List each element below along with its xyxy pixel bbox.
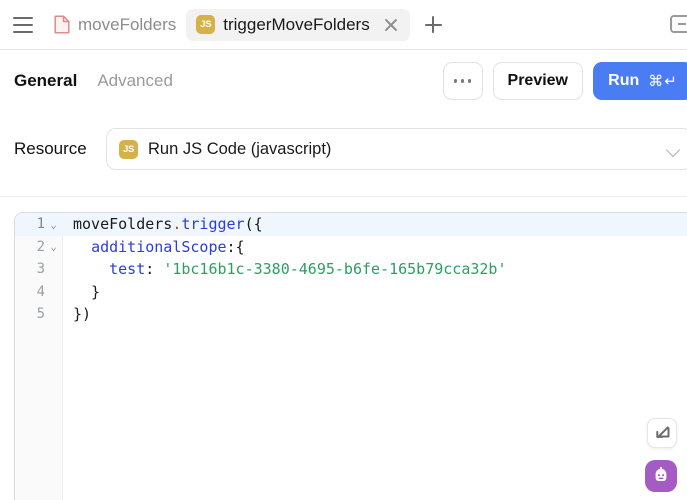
line-number: 1 ⌄ [15, 213, 63, 236]
line-number-label: 4 [36, 283, 45, 300]
code-line[interactable]: 1 ⌄ moveFolders.trigger({ [15, 213, 687, 236]
line-number-label: 2 [36, 238, 45, 255]
resource-label: Resource [14, 139, 87, 158]
chevron-down-icon[interactable]: ⌄ [48, 219, 59, 230]
line-number: 2 ⌄ [15, 236, 63, 259]
tab-move-folders[interactable]: moveFolders [44, 9, 186, 41]
toolbar: General Advanced Preview Run ⌘↵ [0, 50, 687, 112]
line-number-label: 1 [36, 216, 45, 232]
tab-bar: moveFolders JS triggerMoveFolders [0, 0, 687, 50]
js-badge-icon: JS [196, 15, 216, 34]
tab-label: triggerMoveFolders [223, 14, 370, 34]
plus-icon[interactable] [418, 10, 448, 40]
chevron-down-icon [665, 142, 681, 158]
code-token: trigger [181, 215, 245, 233]
run-button[interactable]: Run ⌘↵ [593, 62, 687, 100]
hamburger-line [13, 30, 33, 33]
run-button-label: Run [608, 72, 640, 89]
section-divider [0, 196, 687, 197]
line-number: 5⌄ [15, 303, 63, 326]
ellipsis-icon [453, 79, 472, 83]
more-options-button[interactable] [442, 62, 483, 100]
code-text: test: '1bc16b1c-3380-4695-b6fe-165b79cca… [63, 258, 506, 281]
robot-icon[interactable] [645, 460, 677, 492]
document-icon [54, 15, 70, 34]
code-editor[interactable]: 1 ⌄ moveFolders.trigger({2 ⌄ additionalScop… [14, 212, 687, 500]
resource-value: Run JS Code (javascript) [148, 139, 332, 158]
settings-tab-group: General Advanced [0, 71, 173, 91]
code-line[interactable]: 5⌄}) [15, 303, 687, 326]
code-text: moveFolders.trigger({ [63, 213, 263, 236]
code-line[interactable]: 4⌄ } [15, 281, 687, 304]
tab-general[interactable]: General [14, 71, 77, 91]
tab-label: moveFolders [78, 14, 177, 34]
hamburger-line [13, 23, 33, 26]
resource-select[interactable]: JS Run JS Code (javascript) [106, 128, 687, 170]
line-number: 4⌄ [15, 281, 63, 304]
run-button-shortcut: ⌘↵ [648, 73, 678, 90]
line-number-label: 5 [36, 306, 45, 322]
line-number: 3⌄ [15, 258, 63, 281]
code-token: ({ [244, 215, 263, 233]
code-text: additionalScope:{ [63, 236, 245, 259]
preview-button[interactable]: Preview [492, 62, 583, 100]
hamburger-menu-icon[interactable] [10, 12, 36, 38]
js-badge-icon: JS [119, 139, 138, 159]
code-token: :{ [226, 237, 245, 256]
resource-row: Resource JS Run JS Code (javascript) [0, 118, 687, 180]
tab-trigger-move-folders[interactable]: JS triggerMoveFolders [186, 8, 410, 41]
panel-layout-icon[interactable] [669, 13, 687, 40]
toolbar-actions: Preview Run ⌘↵ [442, 62, 687, 100]
code-token: additionalScope [91, 237, 227, 256]
collapse-arrow-icon[interactable] [647, 418, 677, 448]
code-token: moveFolders [73, 215, 173, 233]
code-token: : [145, 260, 164, 278]
chevron-down-icon[interactable]: ⌄ [48, 241, 59, 252]
code-line[interactable]: 2 ⌄ additionalScope:{ [15, 236, 687, 259]
code-token: }) [73, 305, 92, 323]
editor-code-area[interactable]: 1 ⌄ moveFolders.trigger({2 ⌄ additionalScop… [15, 213, 687, 500]
tab-advanced[interactable]: Advanced [97, 71, 173, 91]
app-root: moveFolders JS triggerMoveFolders Genera… [0, 0, 687, 500]
code-token: '1bc16b1c-3380-4695-b6fe-165b79cca32b' [163, 260, 507, 278]
close-icon[interactable] [382, 16, 400, 34]
code-line[interactable]: 3⌄ test: '1bc16b1c-3380-4695-b6fe-165b79… [15, 258, 687, 281]
code-token: test [109, 260, 146, 278]
code-text: } [63, 281, 100, 304]
hamburger-line [13, 16, 33, 19]
code-text: }) [63, 303, 91, 326]
code-token: } [73, 282, 101, 301]
line-number-label: 3 [36, 261, 45, 277]
